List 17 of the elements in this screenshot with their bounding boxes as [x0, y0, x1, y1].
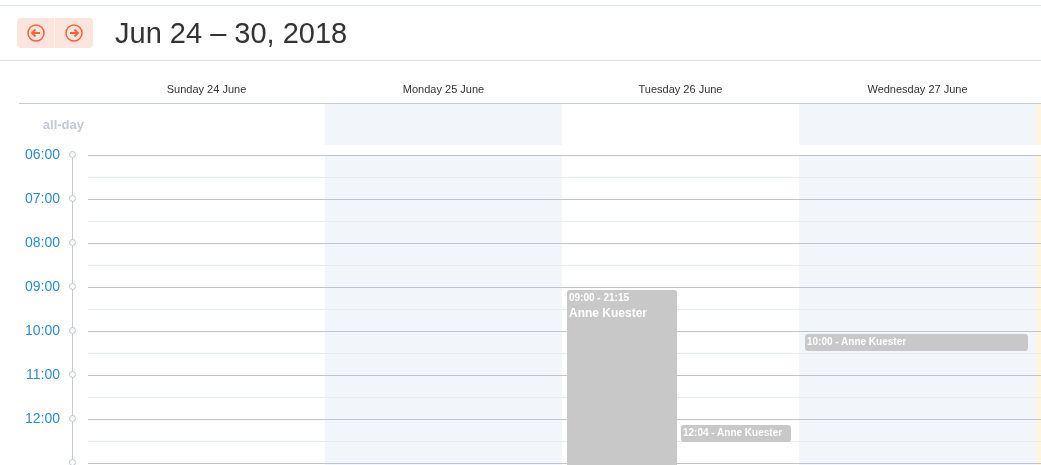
arrow-right-icon [65, 24, 83, 42]
day-header: Monday 25 June [402, 83, 485, 95]
arrow-left-icon [26, 24, 45, 42]
hour-label: 08:00 [24, 234, 60, 250]
next-button[interactable] [55, 18, 93, 48]
all-day-label: all-day [41, 117, 85, 132]
day-header: Tuesday 26 June [638, 83, 723, 95]
hour-label: 10:00 [24, 322, 60, 338]
hour-label: 06:00 [24, 146, 60, 162]
hour-label: 12:00 [24, 410, 60, 426]
date-range-title: Jun 24 – 30, 2018 [115, 16, 348, 50]
day-header: Wednesday 27 June [867, 83, 968, 95]
day-header: Sunday 24 June [166, 83, 247, 95]
hour-label: 11:00 [26, 366, 60, 382]
hour-label: 09:00 [24, 278, 60, 294]
previous-button[interactable] [17, 18, 55, 48]
hour-label: 07:00 [24, 190, 60, 206]
